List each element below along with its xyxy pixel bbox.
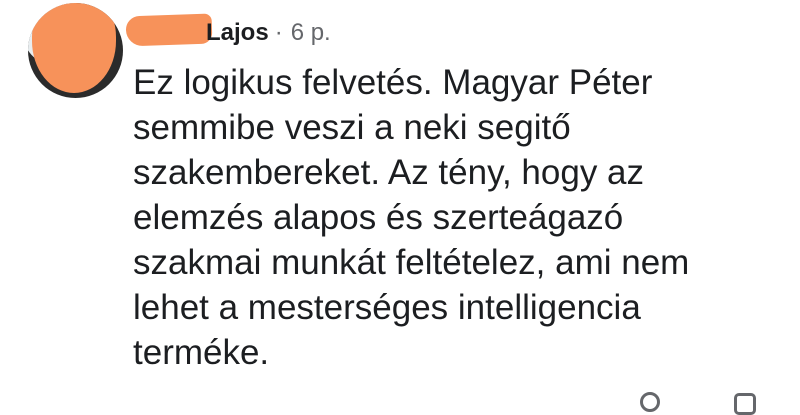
comment-header: Lajos · 6 p. bbox=[206, 18, 331, 48]
avatar-redaction bbox=[32, 3, 116, 93]
separator-dot: · bbox=[274, 19, 283, 46]
avatar[interactable] bbox=[28, 3, 123, 98]
comment-timestamp[interactable]: 6 p. bbox=[291, 19, 331, 46]
comment-text: Ez logikus felvetés. Magyar Péter semmib… bbox=[133, 63, 690, 372]
reaction-icon[interactable] bbox=[640, 392, 660, 412]
author-name[interactable]: Lajos bbox=[206, 19, 269, 46]
more-icon[interactable] bbox=[734, 393, 756, 415]
name-redaction bbox=[125, 13, 213, 47]
